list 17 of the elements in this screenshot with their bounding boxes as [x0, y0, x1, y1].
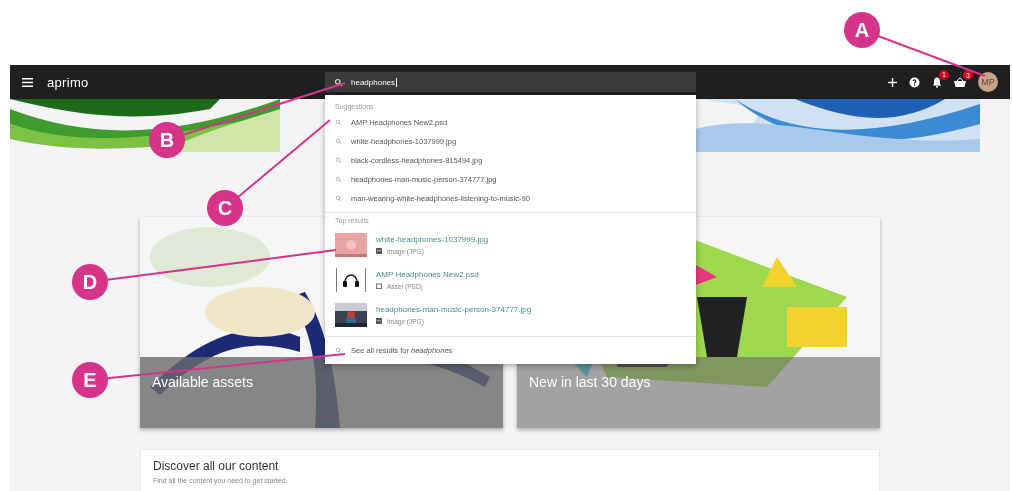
menu-icon[interactable] — [22, 77, 33, 87]
search-icon — [335, 176, 342, 183]
callout-marker: A — [844, 12, 880, 48]
bell-icon[interactable] — [932, 76, 942, 88]
help-icon[interactable] — [909, 76, 920, 88]
logo[interactable]: aprimo — [47, 74, 89, 90]
search-icon — [335, 119, 342, 126]
search-icon — [335, 195, 342, 202]
card-title: New in last 30 days — [529, 374, 651, 390]
search-icon — [335, 138, 342, 145]
user-avatar[interactable]: MP — [978, 72, 998, 92]
basket-icon[interactable] — [954, 77, 966, 87]
discover-title: Discover all our content — [153, 459, 280, 473]
search-icon — [334, 77, 343, 87]
plus-icon[interactable] — [888, 77, 897, 87]
search-icon — [335, 157, 342, 164]
search-field[interactable]: headphones — [325, 72, 696, 92]
